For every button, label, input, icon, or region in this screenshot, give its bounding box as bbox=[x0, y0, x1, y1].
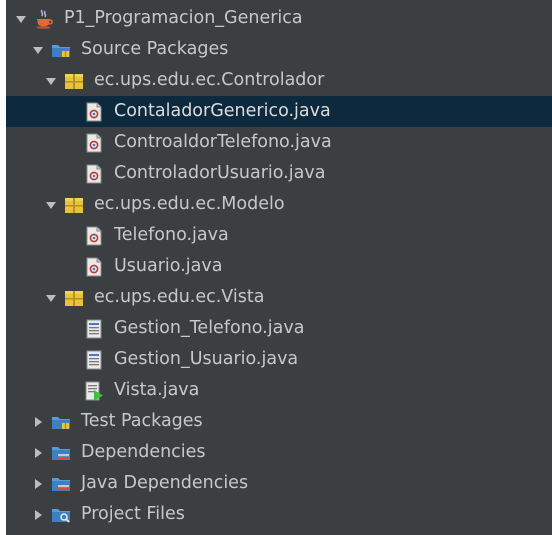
tree-node-java-dependencies[interactable]: Java Dependencies bbox=[6, 468, 552, 499]
projects-panel: P1_Programacion_Generica Source Packages bbox=[6, 0, 552, 535]
form-file-icon bbox=[84, 350, 104, 370]
expanded-arrow-icon[interactable] bbox=[31, 43, 45, 57]
tree-node-label: ec.ups.edu.ec.Controlador bbox=[94, 70, 325, 90]
tree-node-file-controladorusuario[interactable]: ControladorUsuario.java bbox=[6, 158, 552, 189]
tree-node-label: P1_Programacion_Generica bbox=[64, 8, 303, 28]
java-class-icon bbox=[84, 102, 104, 122]
tree-node-label: Gestion_Telefono.java bbox=[114, 318, 305, 338]
tree-node-file-vista[interactable]: Vista.java bbox=[6, 375, 552, 406]
tree-node-label: ControaldorTelefono.java bbox=[114, 132, 332, 152]
tree-node-label: ec.ups.edu.ec.Modelo bbox=[94, 194, 285, 214]
tree-node-label: Usuario.java bbox=[114, 256, 223, 276]
package-icon bbox=[64, 71, 84, 91]
expanded-arrow-icon[interactable] bbox=[14, 12, 28, 26]
expanded-arrow-icon[interactable] bbox=[44, 198, 58, 212]
tree-node-label: Project Files bbox=[81, 504, 185, 524]
tree-node-file-usuario[interactable]: Usuario.java bbox=[6, 251, 552, 282]
project-files-icon bbox=[51, 505, 71, 525]
tree-node-project[interactable]: P1_Programacion_Generica bbox=[6, 3, 552, 34]
source-packages-icon bbox=[51, 40, 71, 60]
collapsed-arrow-icon[interactable] bbox=[31, 446, 45, 460]
java-class-icon bbox=[84, 164, 104, 184]
expanded-arrow-icon[interactable] bbox=[44, 291, 58, 305]
tree-node-label: Test Packages bbox=[81, 411, 203, 431]
java-class-icon bbox=[84, 257, 104, 277]
tree-node-label: Telefono.java bbox=[114, 225, 229, 245]
tree-node-file-telefono[interactable]: Telefono.java bbox=[6, 220, 552, 251]
java-project-icon bbox=[34, 9, 54, 29]
java-class-icon bbox=[84, 226, 104, 246]
tree-node-label: Java Dependencies bbox=[81, 473, 249, 493]
project-tree: P1_Programacion_Generica Source Packages bbox=[6, 3, 552, 530]
package-icon bbox=[64, 195, 84, 215]
collapsed-arrow-icon[interactable] bbox=[31, 508, 45, 522]
collapsed-arrow-icon[interactable] bbox=[31, 477, 45, 491]
tree-node-file-contaladorgenerico[interactable]: ContaladorGenerico.java bbox=[6, 96, 552, 127]
expanded-arrow-icon[interactable] bbox=[44, 74, 58, 88]
tree-node-package-vista[interactable]: ec.ups.edu.ec.Vista bbox=[6, 282, 552, 313]
tree-node-label: ContaladorGenerico.java bbox=[114, 101, 331, 121]
package-icon bbox=[64, 288, 84, 308]
dependencies-icon bbox=[51, 443, 71, 463]
tree-node-label: Source Packages bbox=[81, 39, 229, 59]
tree-node-test-packages[interactable]: Test Packages bbox=[6, 406, 552, 437]
tree-node-label: ec.ups.edu.ec.Vista bbox=[94, 287, 265, 307]
tree-node-file-gestion-telefono[interactable]: Gestion_Telefono.java bbox=[6, 313, 552, 344]
tree-node-dependencies[interactable]: Dependencies bbox=[6, 437, 552, 468]
tree-node-project-files[interactable]: Project Files bbox=[6, 499, 552, 530]
tree-node-file-gestion-usuario[interactable]: Gestion_Usuario.java bbox=[6, 344, 552, 375]
java-class-icon bbox=[84, 133, 104, 153]
collapsed-arrow-icon[interactable] bbox=[31, 415, 45, 429]
test-packages-icon bbox=[51, 412, 71, 432]
tree-node-source-packages[interactable]: Source Packages bbox=[6, 34, 552, 65]
tree-node-label: ControladorUsuario.java bbox=[114, 163, 326, 183]
tree-node-label: Gestion_Usuario.java bbox=[114, 349, 299, 369]
form-file-icon bbox=[84, 319, 104, 339]
main-class-icon bbox=[84, 381, 104, 401]
tree-node-label: Vista.java bbox=[114, 380, 200, 400]
tree-node-package-modelo[interactable]: ec.ups.edu.ec.Modelo bbox=[6, 189, 552, 220]
java-dependencies-icon bbox=[51, 474, 71, 494]
tree-node-package-controlador[interactable]: ec.ups.edu.ec.Controlador bbox=[6, 65, 552, 96]
tree-node-file-controaldortelefono[interactable]: ControaldorTelefono.java bbox=[6, 127, 552, 158]
tree-node-label: Dependencies bbox=[81, 442, 206, 462]
